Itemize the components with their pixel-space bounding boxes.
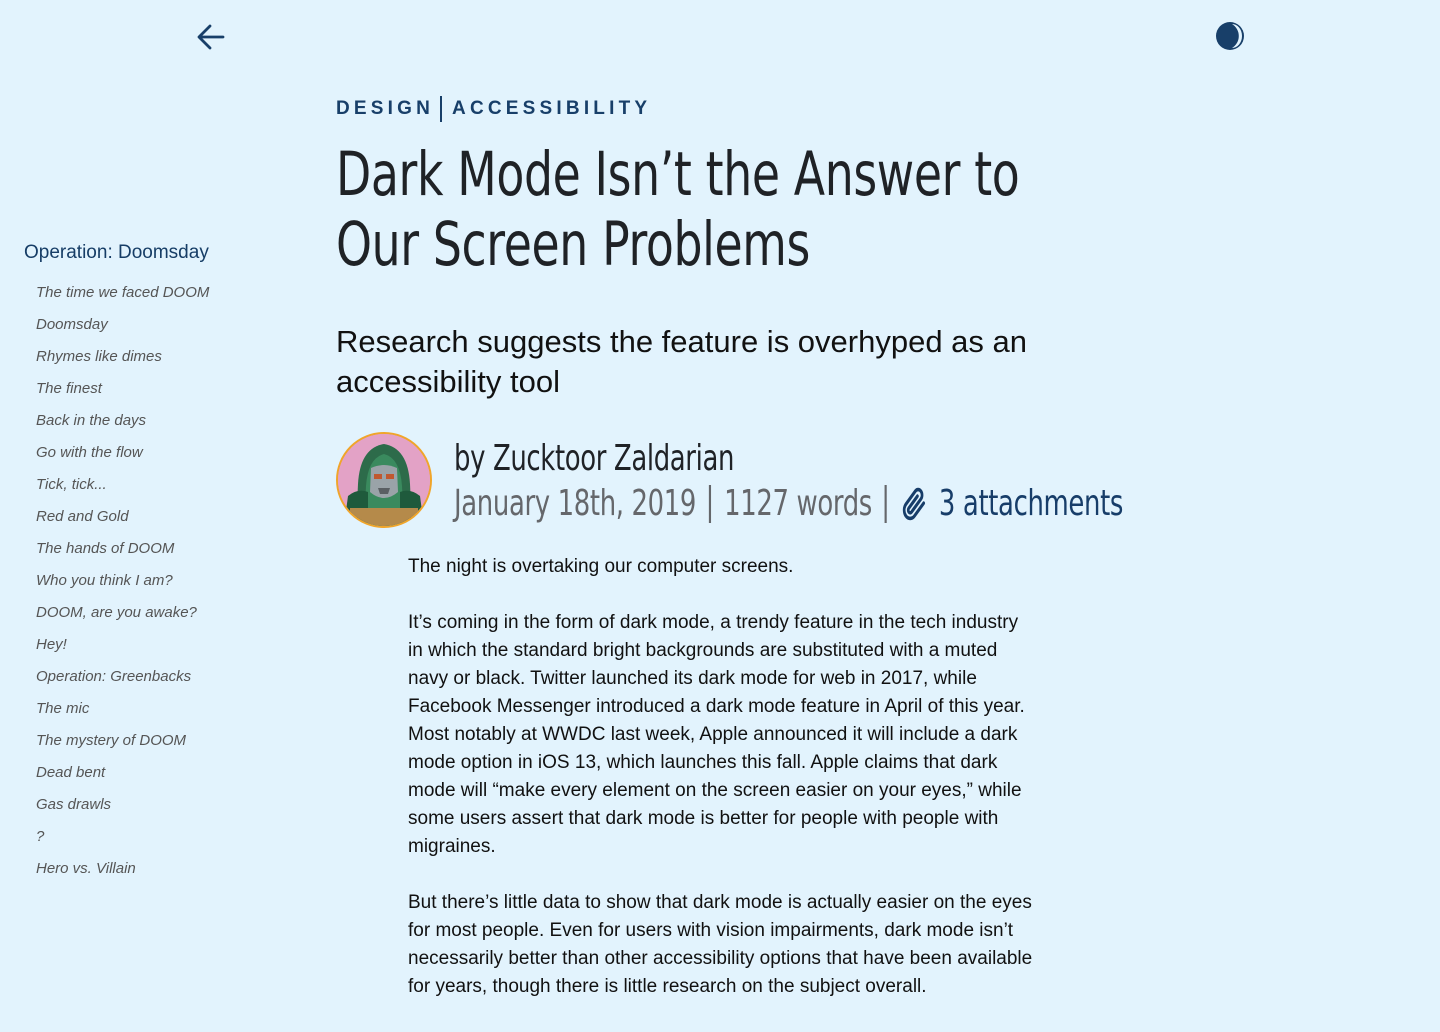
meta-divider bbox=[709, 485, 712, 523]
table-of-contents: Operation: Doomsday The time we faced DO… bbox=[24, 240, 284, 885]
publish-date: January 18th, 2019 bbox=[454, 483, 697, 524]
byline: by Zucktoor Zaldarian January 18th, 2019… bbox=[336, 432, 1440, 528]
toc-item[interactable]: Hey! bbox=[36, 629, 284, 661]
paragraph: The night is overtaking our computer scr… bbox=[408, 556, 794, 577]
attachments-label: 3 attachments bbox=[938, 483, 1124, 524]
author-name[interactable]: by Zucktoor Zaldarian bbox=[454, 436, 814, 482]
toc-item[interactable]: ? bbox=[36, 821, 284, 853]
toc-item[interactable]: Hero vs. Villain bbox=[36, 853, 284, 885]
toc-item[interactable]: Tick, tick... bbox=[36, 469, 284, 501]
toc-item[interactable]: The hands of DOOM bbox=[36, 533, 284, 565]
attachments-link[interactable]: 3 attachments bbox=[900, 482, 1123, 526]
arrow-left-icon bbox=[197, 24, 225, 50]
paperclip-icon bbox=[900, 484, 929, 524]
toc-item[interactable]: Doomsday bbox=[36, 309, 284, 341]
toc-item[interactable]: DOOM, are you awake? bbox=[36, 597, 284, 629]
tag-accessibility[interactable]: ACCESSIBILITY bbox=[452, 98, 651, 120]
dark-mode-toggle[interactable] bbox=[1212, 18, 1248, 54]
toc-item[interactable]: Dead bent bbox=[36, 757, 284, 789]
toc-item[interactable]: Who you think I am? bbox=[36, 565, 284, 597]
article-subtitle: Research suggests the feature is overhyp… bbox=[336, 324, 1028, 399]
toc-item[interactable]: The mic bbox=[36, 693, 284, 725]
article-tags: DESIGN ACCESSIBILITY bbox=[336, 96, 651, 122]
article-body: The night is overtaking our computer scr… bbox=[408, 553, 1038, 1029]
toc-list: The time we faced DOOM Doomsday Rhymes l… bbox=[24, 277, 284, 885]
toc-item[interactable]: The finest bbox=[36, 373, 284, 405]
word-count: 1127 words bbox=[724, 483, 872, 524]
meta-divider bbox=[884, 485, 888, 523]
paragraph: But there’s little data to show that dar… bbox=[408, 892, 1033, 997]
masked-villain-icon bbox=[338, 434, 430, 526]
toc-item[interactable]: Operation: Greenbacks bbox=[36, 661, 284, 693]
half-moon-icon bbox=[1216, 22, 1244, 50]
byline-text: by Zucktoor Zaldarian January 18th, 2019… bbox=[454, 436, 1440, 526]
article-meta: January 18th, 2019 1127 words 3 attachme… bbox=[454, 482, 1174, 526]
back-button[interactable] bbox=[194, 20, 228, 54]
toc-item[interactable]: Rhymes like dimes bbox=[36, 341, 284, 373]
tag-divider bbox=[440, 96, 443, 122]
toc-item[interactable]: Back in the days bbox=[36, 405, 284, 437]
author-avatar bbox=[336, 432, 432, 528]
toc-item[interactable]: The mystery of DOOM bbox=[36, 725, 284, 757]
tag-design[interactable]: DESIGN bbox=[336, 98, 434, 120]
paragraph: It’s coming in the form of dark mode, a … bbox=[408, 612, 1025, 857]
toc-item[interactable]: Gas drawls bbox=[36, 789, 284, 821]
toc-item[interactable]: Go with the flow bbox=[36, 437, 284, 469]
article-title: Dark Mode Isn’t the Answer to Our Screen… bbox=[336, 139, 1020, 280]
toc-item[interactable]: Red and Gold bbox=[36, 501, 284, 533]
toc-item[interactable]: The time we faced DOOM bbox=[36, 277, 284, 309]
toc-title[interactable]: Operation: Doomsday bbox=[24, 240, 284, 266]
